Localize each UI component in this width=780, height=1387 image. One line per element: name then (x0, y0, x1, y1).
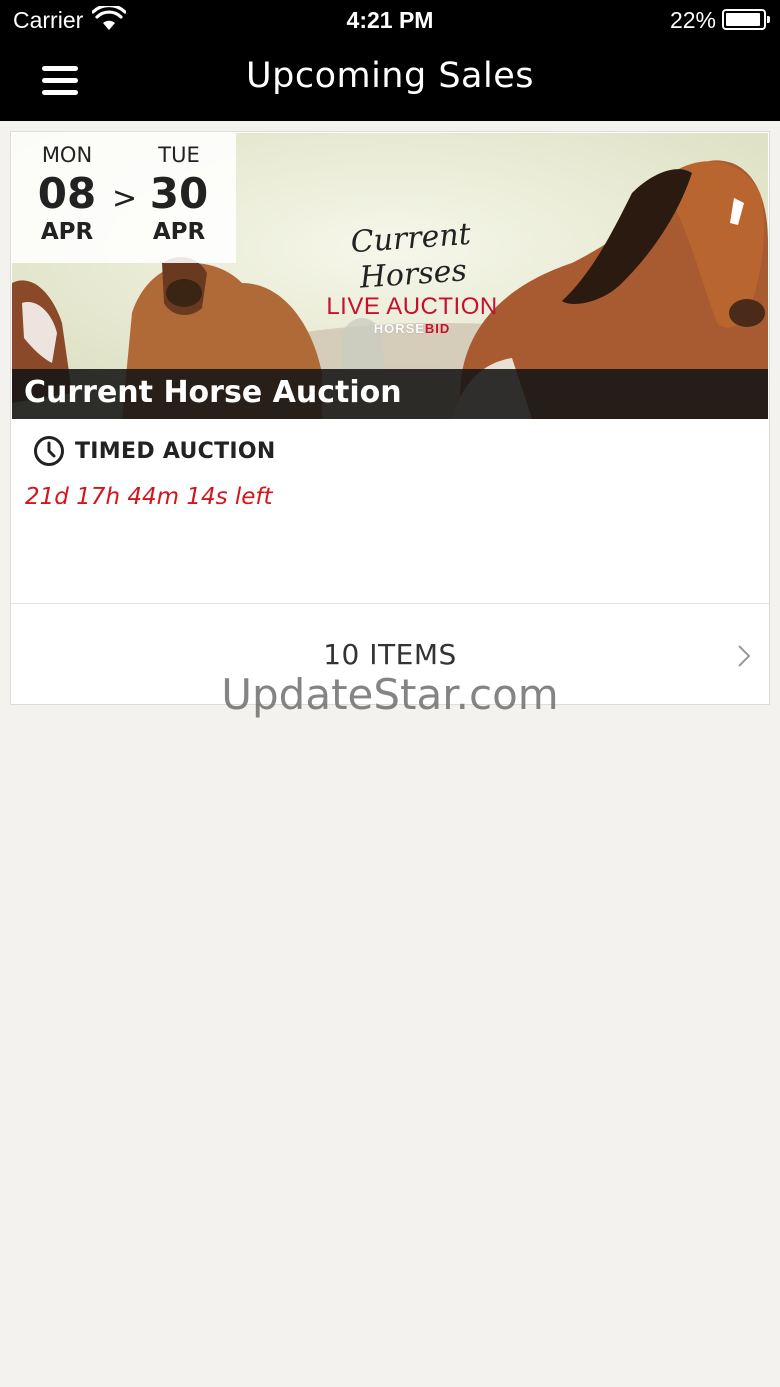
nav-bar: Upcoming Sales (0, 40, 780, 121)
start-month: APR (40, 219, 94, 245)
battery-percentage: 22% (669, 7, 716, 33)
start-date: MON 08 APR (22, 143, 112, 245)
end-date: TUE 30 APR (134, 143, 224, 245)
date-range: MON 08 APR > TUE 30 APR (12, 133, 236, 263)
sale-banner[interactable]: MON 08 APR > TUE 30 APR Current Horses L… (12, 133, 768, 419)
title-strip: Current Horse Auction (12, 369, 768, 419)
auction-type: TIMED AUCTION (33, 434, 276, 468)
chevron-right-icon (738, 645, 751, 667)
screen: Carrier 4:21 PM 22% Upcoming Sales MON 0… (0, 0, 780, 1387)
clock-time: 4:21 PM (346, 7, 434, 33)
auction-type-label: TIMED AUCTION (75, 438, 276, 464)
start-day: 08 (37, 169, 97, 218)
logo-script: Current Horses (349, 216, 472, 296)
clock-icon (34, 436, 64, 466)
logo-brand: HORSEBID (373, 321, 451, 336)
auction-logo: Current Horses LIVE AUCTION HORSEBID (312, 217, 512, 337)
start-weekday: MON (41, 143, 93, 167)
watermark: UpdateStar.com (221, 670, 559, 719)
end-day: 30 (149, 169, 209, 218)
end-weekday: TUE (158, 143, 200, 167)
sale-title: Current Horse Auction (24, 375, 402, 410)
sale-card[interactable]: MON 08 APR > TUE 30 APR Current Horses L… (10, 131, 770, 705)
page-title: Upcoming Sales (246, 56, 534, 96)
end-month: APR (152, 219, 206, 245)
status-bar: Carrier 4:21 PM 22% (0, 0, 780, 40)
battery-icon (722, 9, 770, 30)
countdown-timer: 21d 17h 44m 14s left (25, 484, 273, 510)
items-count: 10 ITEMS (323, 638, 457, 671)
